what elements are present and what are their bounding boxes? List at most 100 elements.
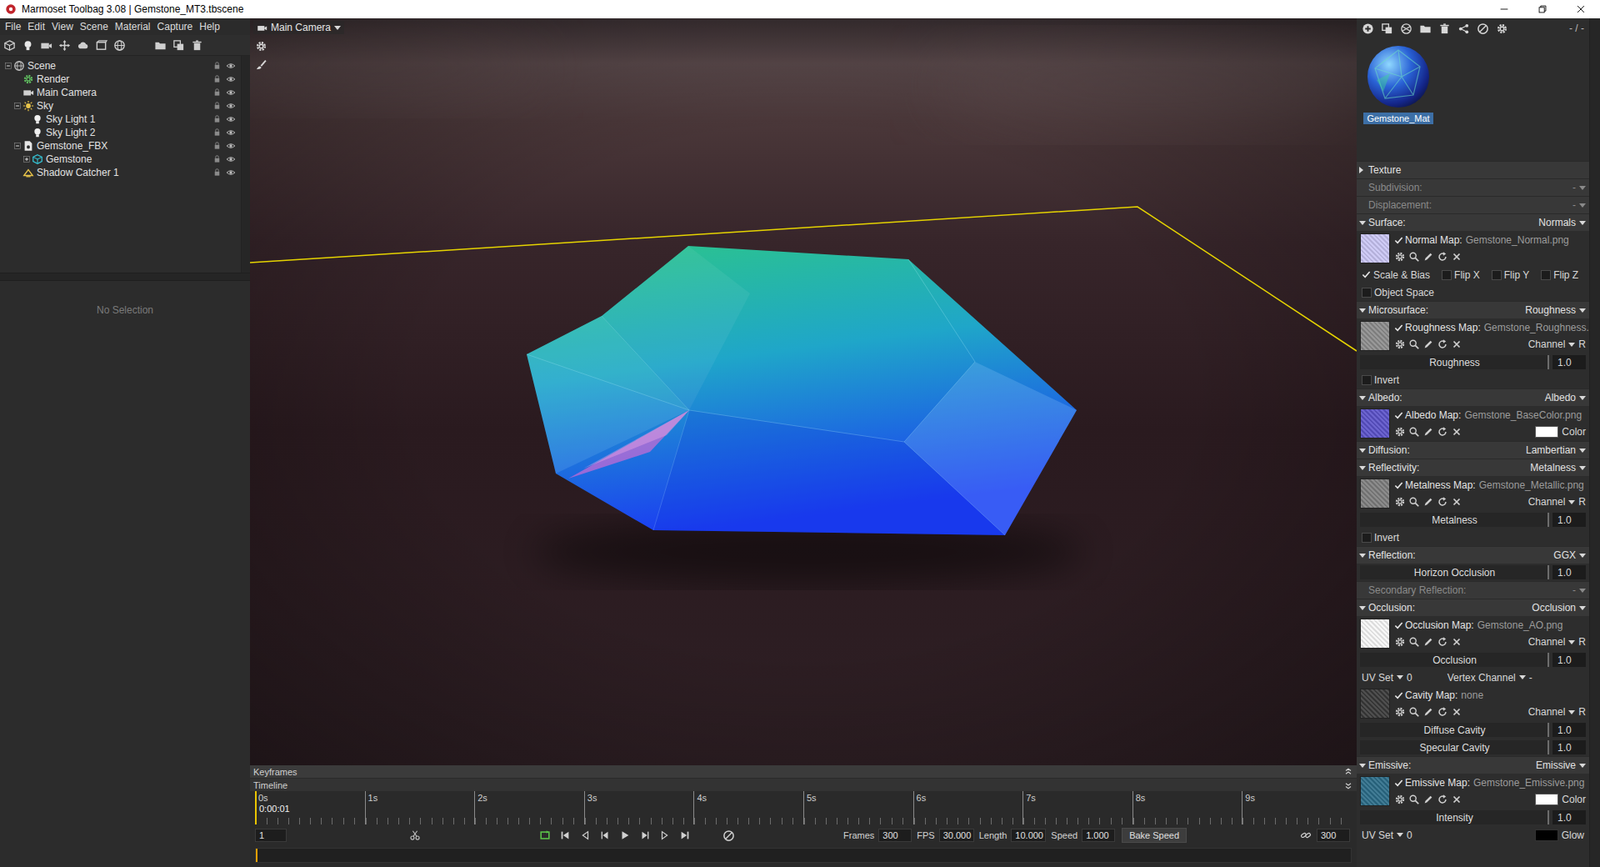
checkbox[interactable] xyxy=(1394,410,1404,420)
color-picker[interactable]: Color xyxy=(1535,425,1590,438)
browse-search-icon[interactable] xyxy=(1408,705,1420,718)
restore-button[interactable] xyxy=(1523,0,1562,19)
checkbox[interactable] xyxy=(1491,270,1502,280)
edit-pen-icon[interactable] xyxy=(1422,338,1435,350)
tree-scrollbar[interactable] xyxy=(240,55,250,273)
browse-search-icon[interactable] xyxy=(1408,635,1420,648)
add-light-icon[interactable] xyxy=(21,39,35,52)
open-material-icon[interactable] xyxy=(1419,22,1432,35)
slider-value[interactable]: 1.0 xyxy=(1552,810,1586,825)
checkbox-option[interactable]: Flip Z xyxy=(1540,269,1579,281)
add-mesh-icon[interactable] xyxy=(3,39,16,52)
lock-icon[interactable] xyxy=(212,140,222,150)
reload-icon[interactable] xyxy=(1436,705,1449,718)
lock-icon[interactable] xyxy=(212,60,222,70)
duplicate-icon[interactable] xyxy=(172,39,185,52)
menu-item[interactable]: Scene xyxy=(76,20,112,33)
section-header[interactable]: Microsurface:Roughness xyxy=(1356,300,1590,319)
slider-value[interactable]: 1.0 xyxy=(1552,565,1586,580)
tree-item[interactable]: Gemstone xyxy=(0,152,241,166)
texture-thumbnail[interactable] xyxy=(1360,408,1390,439)
texture-thumbnail[interactable] xyxy=(1360,478,1390,509)
slider-track[interactable]: Diffuse Cavity xyxy=(1360,722,1550,737)
visibility-eye-icon[interactable] xyxy=(225,127,236,138)
slider-value[interactable]: 1.0 xyxy=(1552,652,1586,667)
minimize-button[interactable] xyxy=(1485,0,1524,19)
first-frame-icon[interactable] xyxy=(559,829,571,841)
vertex-channel-select[interactable]: Vertex Channel- xyxy=(1447,671,1533,684)
section-toggle[interactable] xyxy=(1359,605,1369,610)
uv-set-select[interactable]: UV Set0 xyxy=(1361,829,1413,841)
checkbox-option[interactable]: Flip Y xyxy=(1491,269,1530,281)
expander[interactable] xyxy=(21,155,32,164)
checkbox-option[interactable]: Scale & Bias xyxy=(1361,269,1430,281)
uv-set-select[interactable]: UV Set0 xyxy=(1361,671,1413,684)
edit-pen-icon[interactable] xyxy=(1422,635,1435,648)
material-options-icon[interactable] xyxy=(1495,22,1509,35)
section-toggle[interactable] xyxy=(1359,763,1369,768)
texture-thumbnail[interactable] xyxy=(1360,233,1390,264)
speed-field[interactable]: 1.000 xyxy=(1081,828,1115,842)
section-header[interactable]: Secondary Reflection:- xyxy=(1356,580,1590,599)
reload-icon[interactable] xyxy=(1436,250,1449,263)
frames-field[interactable]: 300 xyxy=(878,828,912,842)
checkbox[interactable] xyxy=(1361,532,1372,543)
slider-value[interactable]: 1.0 xyxy=(1552,740,1586,755)
settings-gear-icon[interactable] xyxy=(255,40,268,53)
add-object-icon[interactable] xyxy=(95,39,108,52)
next-key-icon[interactable] xyxy=(659,829,671,841)
reload-icon[interactable] xyxy=(1436,793,1449,805)
reload-icon[interactable] xyxy=(1436,635,1449,648)
section-header[interactable]: Surface:Normals xyxy=(1356,213,1590,231)
lock-icon[interactable] xyxy=(212,127,222,137)
section-mode[interactable]: Occlusion xyxy=(1531,601,1586,614)
slider-track[interactable]: Specular Cavity xyxy=(1360,740,1550,755)
delete-icon[interactable] xyxy=(190,39,204,52)
slider-track[interactable]: Metalness xyxy=(1360,512,1550,527)
checkbox[interactable] xyxy=(1361,270,1371,280)
channel-select[interactable]: ChannelR xyxy=(1528,338,1590,350)
menu-item[interactable]: View xyxy=(48,20,77,33)
lock-icon[interactable] xyxy=(212,87,222,97)
section-toggle[interactable] xyxy=(1359,448,1369,453)
menu-item[interactable]: File xyxy=(1,20,25,33)
browse-search-icon[interactable] xyxy=(1408,338,1420,350)
section-toggle[interactable] xyxy=(1359,395,1369,400)
map-settings-gear-icon[interactable] xyxy=(1394,425,1406,438)
visibility-eye-icon[interactable] xyxy=(225,114,236,125)
pick-material-icon[interactable] xyxy=(1476,22,1490,35)
channel-select[interactable]: ChannelR xyxy=(1528,705,1590,718)
section-mode[interactable]: Emissive xyxy=(1535,759,1586,771)
clear-close-icon[interactable] xyxy=(1450,338,1463,350)
slider-track[interactable]: Intensity xyxy=(1360,810,1550,825)
expander[interactable] xyxy=(12,101,23,110)
collapse-timeline-icon[interactable] xyxy=(1343,780,1354,790)
transform-icon[interactable] xyxy=(58,39,71,52)
section-toggle[interactable] xyxy=(1359,308,1369,313)
texture-thumbnail[interactable] xyxy=(1360,688,1390,719)
lock-icon[interactable] xyxy=(212,167,222,177)
section-mode[interactable]: Normals xyxy=(1538,216,1586,229)
clear-close-icon[interactable] xyxy=(1450,495,1463,508)
fps-field[interactable]: 30.000 xyxy=(939,828,975,842)
tree-item[interactable]: Scene xyxy=(0,59,241,73)
expand-keyframes-icon[interactable] xyxy=(1343,766,1354,777)
checkbox[interactable] xyxy=(1394,778,1404,788)
edit-pen-icon[interactable] xyxy=(1422,250,1435,263)
browse-search-icon[interactable] xyxy=(1408,793,1420,805)
checkbox[interactable] xyxy=(1540,270,1551,280)
section-header[interactable]: Reflection:GGX xyxy=(1356,545,1590,564)
material-scrollbar[interactable] xyxy=(1589,18,1600,867)
edit-pen-icon[interactable] xyxy=(1422,425,1435,438)
share-material-icon[interactable] xyxy=(1457,22,1470,35)
tree-item[interactable]: Sky Light 2 xyxy=(0,125,241,140)
edit-pen-icon[interactable] xyxy=(1422,705,1435,718)
scrub-bar[interactable] xyxy=(255,847,1352,863)
clear-close-icon[interactable] xyxy=(1450,425,1463,438)
map-settings-gear-icon[interactable] xyxy=(1394,495,1406,508)
map-settings-gear-icon[interactable] xyxy=(1394,635,1406,648)
section-toggle[interactable] xyxy=(1359,220,1369,225)
section-header[interactable]: Diffusion:Lambertian xyxy=(1356,440,1590,459)
visibility-eye-icon[interactable] xyxy=(225,154,236,165)
link-range-icon[interactable] xyxy=(1300,829,1312,841)
